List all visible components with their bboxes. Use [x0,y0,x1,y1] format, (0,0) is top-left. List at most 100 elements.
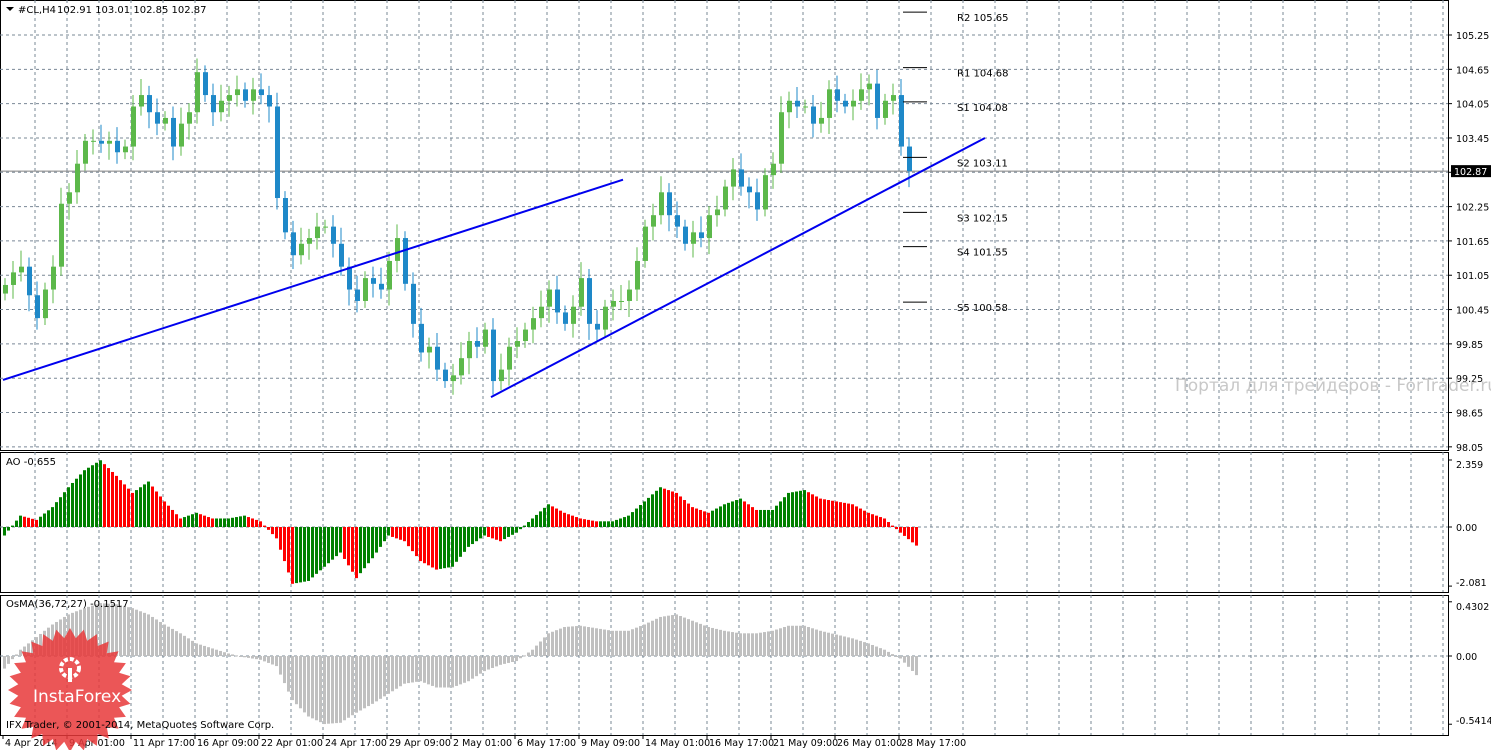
histogram-bar [483,527,486,536]
histogram-bar [539,641,542,656]
histogram-bar [639,504,642,527]
histogram-bar [555,630,558,656]
histogram-bar [575,626,578,656]
candle-body [603,306,608,330]
histogram-bar [7,527,10,531]
histogram-bar [347,656,350,718]
histogram-bar [171,509,174,527]
histogram-bar [907,527,910,540]
pivot-label: R1 104.68 [957,69,1008,80]
histogram-bar [195,512,198,527]
histogram-bar [295,527,298,584]
candle-body [715,209,720,216]
candle-body [523,329,528,342]
histogram-bar [191,640,194,656]
histogram-bar [671,615,674,656]
candle-body [227,95,232,101]
histogram-bar [791,625,794,656]
histogram-bar [479,527,482,539]
histogram-bar [803,490,806,527]
histogram-bar [371,656,374,704]
histogram-bar [267,527,270,530]
histogram-bar [791,492,794,527]
candle-body [147,95,152,113]
histogram-bar [435,656,438,688]
histogram-bar [783,627,786,656]
histogram-bar [383,656,386,697]
histogram-bar [367,656,370,707]
histogram-bar [459,527,462,557]
logo-text: InstaForex [33,687,121,707]
histogram-bar [71,482,74,527]
histogram-bar [323,656,326,725]
candle-body [35,295,40,319]
histogram-bar [511,527,514,535]
histogram-bar [11,656,14,660]
histogram-bar [139,611,142,656]
dropdown-triangle-icon[interactable] [6,7,14,11]
histogram-bar [595,521,598,527]
histogram-bar [883,518,886,527]
histogram-bar [419,656,422,682]
histogram-bar [599,521,602,527]
histogram-bar [19,515,22,527]
histogram-bar [443,656,446,688]
candle-body [547,289,552,307]
histogram-bar [739,633,742,656]
candle-body [67,192,72,204]
histogram-bar [207,517,210,527]
candle-body [115,140,120,153]
histogram-bar [703,625,706,656]
histogram-bar [683,617,686,656]
candle-body [579,278,584,307]
candle-body [643,226,648,261]
histogram-bar [679,496,682,527]
histogram-bar [487,527,490,537]
histogram-bar [279,527,282,550]
histogram-bar [551,631,554,656]
histogram-bar [519,656,522,659]
histogram-bar [815,629,818,656]
histogram-bar [39,516,42,527]
histogram-bar [475,656,478,677]
histogram-bar [751,633,754,656]
candle-body [475,341,480,347]
histogram-bar [255,656,258,660]
candle-body [507,346,512,370]
histogram-bar [603,521,606,527]
histogram-bar [75,478,78,527]
candle-body [683,226,688,244]
histogram-bar [751,507,754,527]
histogram-bar [315,656,318,721]
histogram-bar [699,509,702,527]
histogram-bar [455,656,458,686]
histogram-bar [359,527,362,574]
histogram-bar [195,643,198,656]
histogram-bar [471,656,474,679]
histogram-bar [531,518,534,527]
histogram-bar [647,622,650,656]
candle-body [43,289,48,319]
histogram-bar [191,514,194,527]
histogram-bar [807,627,810,656]
histogram-bar [563,512,566,527]
histogram-bar [539,511,542,527]
histogram-bar [467,527,470,547]
histogram-bar [891,525,894,527]
histogram-bar [339,656,342,723]
histogram-bar [139,487,142,527]
candle-body [755,192,760,210]
trading-chart[interactable]: R2 105.65 R1 104.68 S1 104.08 S2 103.11 S3 1… [0,0,1491,750]
histogram-bar [431,527,434,568]
histogram-bar [719,629,722,656]
histogram-bar [811,494,814,527]
histogram-bar [847,637,850,656]
histogram-bar [619,518,622,527]
histogram-bar [243,515,246,527]
histogram-bar [835,501,838,527]
histogram-bar [407,656,410,684]
histogram-bar [231,517,234,527]
candle-body [51,266,56,290]
histogram-bar [895,527,898,530]
histogram-bar [459,656,462,685]
